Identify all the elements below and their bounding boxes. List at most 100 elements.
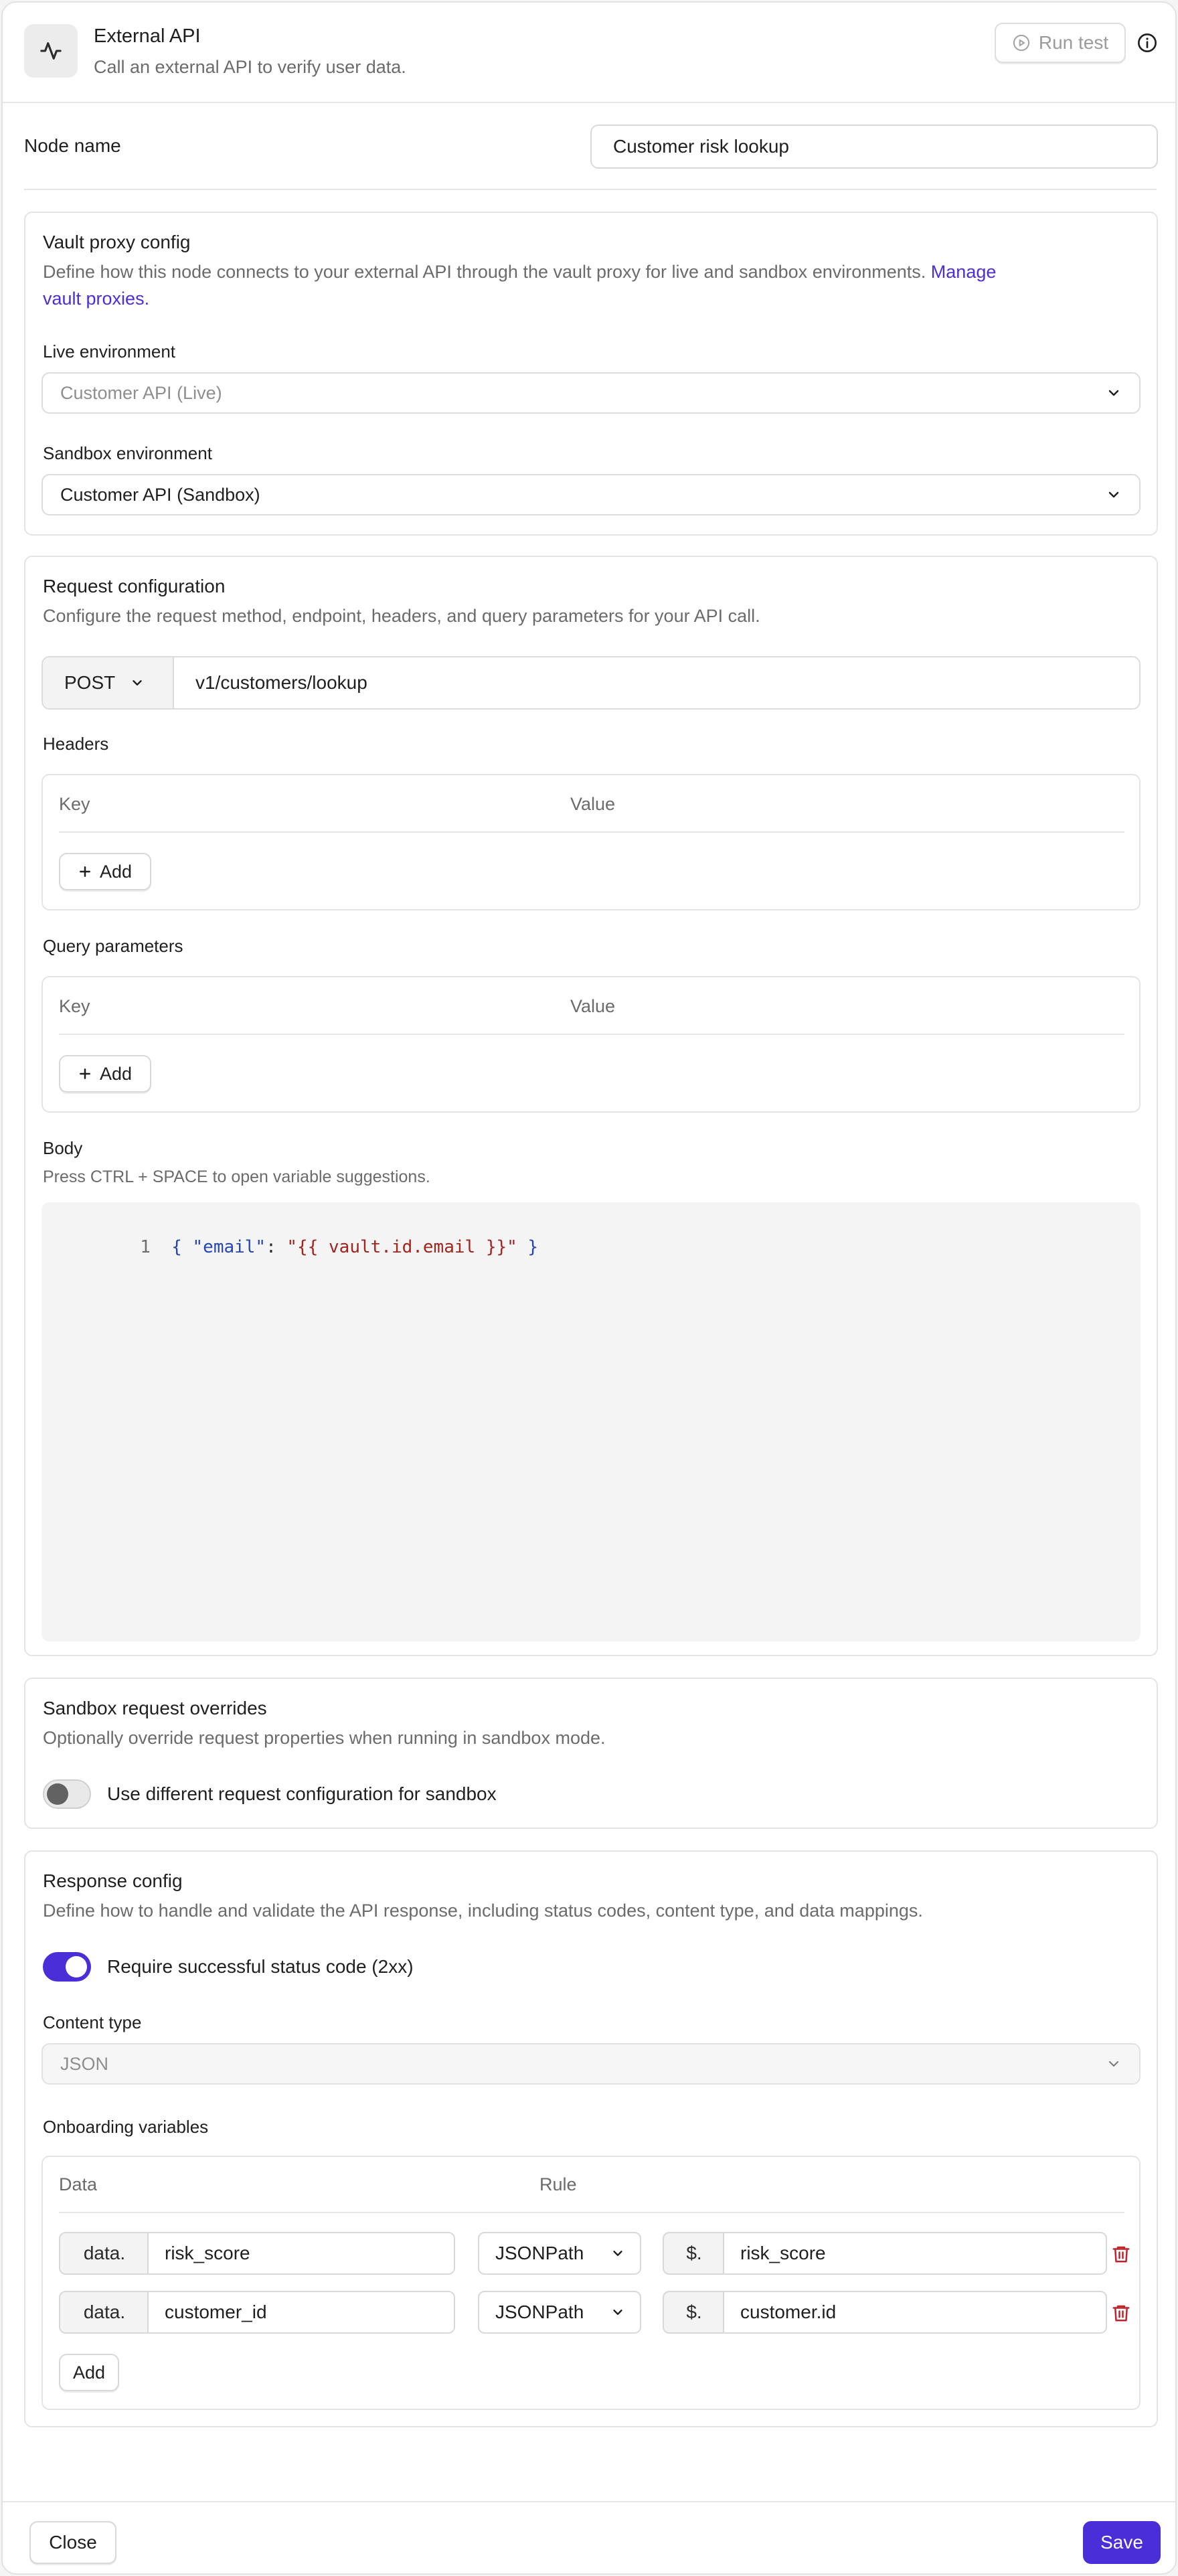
request-title: Request configuration [43, 576, 226, 596]
live-environment-select[interactable]: Customer API (Live) [41, 372, 1141, 414]
body-code-editor[interactable]: 1 { "email": "{{ vault.id.email }}" } [41, 1202, 1141, 1641]
query-params-label: Query parameters [43, 936, 183, 956]
overrides-description: Optionally override request properties w… [43, 1728, 606, 1748]
endpoint-value: v1/customers/lookup [195, 672, 367, 693]
sandbox-overrides-card: Sandbox request overrides Optionally ove… [24, 1678, 1158, 1829]
headers-value-column: Value [570, 794, 616, 814]
headers-table: Key Value Add [41, 774, 1141, 910]
live-environment-label: Live environment [43, 341, 175, 361]
onboarding-divider [59, 2212, 1124, 2213]
add-query-param-button[interactable]: Add [59, 1055, 151, 1093]
body-label: Body [43, 1138, 83, 1158]
table-row: data. customer_id JSONPath $. customer.i… [43, 2291, 1141, 2335]
headers-divider [59, 831, 1124, 833]
save-button[interactable]: Save [1083, 2521, 1161, 2564]
code-line-1: 1 { "email": "{{ vault.id.email }}" } [140, 1237, 539, 1257]
table-row: data. risk_score JSONPath $. risk_score [43, 2232, 1141, 2276]
body-hint: Press CTRL + SPACE to open variable sugg… [43, 1168, 430, 1186]
data-field-input[interactable]: customer_id [147, 2291, 455, 2334]
node-name-divider [24, 189, 1157, 190]
sandbox-environment-label: Sandbox environment [43, 443, 212, 463]
path-prefix: $. [663, 2232, 726, 2275]
add-query-param-label: Add [99, 1063, 133, 1084]
close-button[interactable]: Close [29, 2521, 116, 2564]
request-description: Configure the request method, endpoint, … [43, 606, 760, 626]
sandbox-override-label: Use different request configuration for … [107, 1783, 497, 1804]
data-prefix: data. [59, 2232, 150, 2275]
rule-select[interactable]: JSONPath [478, 2291, 641, 2334]
chevron-down-icon [1106, 385, 1122, 401]
chevron-down-icon [1106, 2056, 1122, 2072]
node-name-input[interactable]: Customer risk lookup [590, 125, 1158, 169]
live-environment-placeholder: Customer API (Live) [60, 382, 222, 403]
save-label: Save [1100, 2532, 1143, 2553]
add-variable-label: Add [72, 2362, 106, 2383]
data-prefix: data. [59, 2291, 150, 2334]
overrides-title: Sandbox request overrides [43, 1698, 267, 1718]
trash-icon[interactable] [1111, 2244, 1131, 2264]
onboarding-variables-table: Data Rule data. risk_score JSONPath $. r… [41, 2156, 1141, 2410]
query-key-column: Key [59, 996, 90, 1016]
chevron-down-icon [1106, 487, 1122, 503]
response-title: Response config [43, 1870, 183, 1891]
toggle-knob [47, 1783, 68, 1805]
status-code-label: Require successful status code (2xx) [107, 1956, 414, 1977]
code-string: "{{ vault.id.email }}" [286, 1237, 517, 1257]
external-api-panel: External API Call an external API to ver… [1, 1, 1177, 2575]
query-params-table: Key Value Add [41, 976, 1141, 1113]
rule-select[interactable]: JSONPath [478, 2232, 641, 2275]
content-type-label: Content type [43, 2012, 142, 2032]
json-path-input[interactable]: customer.id [723, 2291, 1107, 2334]
run-test-button[interactable]: Run test [995, 23, 1126, 63]
info-icon[interactable] [1137, 32, 1158, 54]
query-value-column: Value [570, 996, 616, 1016]
rule-column: Rule [539, 2174, 577, 2194]
status-code-toggle[interactable] [43, 1952, 91, 1982]
page-title: External API [94, 25, 201, 47]
content-type-value: JSON [60, 2053, 109, 2074]
node-name-value: Customer risk lookup [613, 136, 789, 157]
data-field-input[interactable]: risk_score [147, 2232, 455, 2275]
json-path-input[interactable]: risk_score [723, 2232, 1107, 2275]
method-endpoint-group: POST v1/customers/lookup [41, 656, 1141, 710]
response-config-card: Response config Define how to handle and… [24, 1850, 1158, 2427]
chevron-down-icon [610, 2305, 625, 2320]
trash-icon[interactable] [1111, 2303, 1131, 2323]
path-prefix: $. [663, 2291, 726, 2334]
activity-icon [39, 39, 62, 62]
node-type-icon-badge [24, 24, 78, 78]
chevron-down-icon [130, 675, 145, 690]
headers-key-column: Key [59, 794, 90, 814]
endpoint-input[interactable]: v1/customers/lookup [174, 657, 1139, 708]
play-circle-icon [1012, 33, 1031, 52]
content-type-select[interactable]: JSON [41, 2043, 1141, 2085]
vault-title: Vault proxy config [43, 232, 191, 252]
add-header-button[interactable]: Add [59, 853, 151, 890]
method-value: POST [64, 672, 116, 693]
data-column: Data [59, 2174, 98, 2194]
onboarding-variables-label: Onboarding variables [43, 2117, 209, 2137]
sandbox-environment-select[interactable]: Customer API (Sandbox) [41, 474, 1141, 515]
sandbox-override-toggle[interactable] [43, 1779, 91, 1809]
code-key: "email" [192, 1237, 266, 1257]
plus-icon [78, 865, 92, 878]
response-description: Define how to handle and validate the AP… [43, 1901, 923, 1921]
vault-description: Define how this node connects to your ex… [43, 258, 1134, 312]
chevron-down-icon [610, 2246, 625, 2261]
close-label: Close [49, 2532, 97, 2553]
footer-divider [3, 2501, 1175, 2502]
request-config-card: Request configuration Configure the requ… [24, 556, 1158, 1656]
add-header-label: Add [99, 861, 133, 882]
method-select[interactable]: POST [43, 657, 174, 708]
line-number: 1 [140, 1237, 151, 1257]
vault-proxy-card: Vault proxy config Define how this node … [24, 212, 1158, 536]
toggle-knob [66, 1956, 87, 1978]
sandbox-environment-value: Customer API (Sandbox) [60, 484, 260, 505]
header-divider [3, 102, 1175, 103]
add-variable-button[interactable]: Add [59, 2354, 119, 2391]
query-divider [59, 1034, 1124, 1035]
run-test-label: Run test [1038, 32, 1109, 53]
headers-label: Headers [43, 734, 109, 754]
vault-description-text: Define how this node connects to your ex… [43, 262, 926, 282]
node-name-label: Node name [24, 135, 121, 156]
